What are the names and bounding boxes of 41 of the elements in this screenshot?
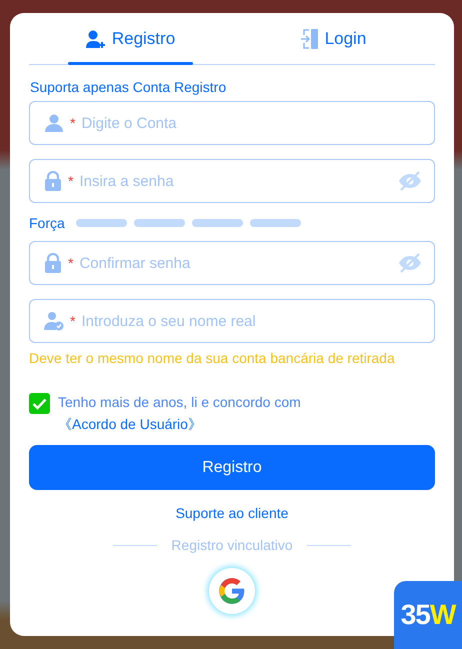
required-mark: * <box>70 115 76 131</box>
tab[interactable]: Registro <box>29 13 232 64</box>
required-mark: * <box>68 255 74 271</box>
eye-off-icon[interactable] <box>398 253 422 273</box>
google-logo-icon <box>218 577 246 605</box>
divider-label: Registro vinculativo <box>171 537 293 553</box>
hint-text: Deve ter o mesmo nome da sua conta bancária de retirada <box>29 350 396 366</box>
strength-segment <box>192 219 243 227</box>
checkbox[interactable] <box>29 393 50 414</box>
google-button[interactable] <box>209 568 255 614</box>
lock-icon <box>44 171 62 191</box>
user-icon <box>44 113 64 133</box>
logo-number: 35 <box>400 599 430 631</box>
support-link[interactable]: Suporte ao cliente <box>176 505 288 521</box>
app-logo[interactable]: 35W <box>394 581 462 649</box>
logo-accent: W <box>430 599 456 631</box>
strength-segment <box>134 219 185 227</box>
strength-label: Força <box>29 215 65 231</box>
user-plus-icon <box>86 30 106 48</box>
check-icon <box>32 398 47 410</box>
input-field[interactable]: * Digite o Conta <box>29 101 435 145</box>
text-input[interactable]: Insira a senha <box>79 172 392 190</box>
strength-segment <box>76 219 127 227</box>
required-mark: * <box>68 173 74 189</box>
register-button[interactable]: Registro <box>29 445 435 490</box>
agreement-text: Tenho mais de anos, li e concordo com 《Acordo de Usuário》 <box>58 393 302 434</box>
text-input[interactable]: Introduza o seu nome real <box>81 312 422 330</box>
verified-user-icon <box>44 311 64 331</box>
agreement-link[interactable]: 《Acordo de Usuário》 <box>58 416 202 432</box>
lock-icon <box>44 253 62 273</box>
input-field[interactable]: * Insira a senha <box>29 159 435 203</box>
text-input[interactable]: Confirmar senha <box>79 254 392 272</box>
required-mark: * <box>70 313 76 329</box>
login-icon <box>300 28 319 48</box>
eye-off-icon[interactable] <box>398 171 422 191</box>
notice-text: Suporta apenas Conta Registro <box>30 79 228 95</box>
input-field[interactable]: * Introduza o seu nome real <box>29 299 435 343</box>
text-input[interactable]: Digite o Conta <box>81 114 422 132</box>
strength-segment <box>250 219 301 227</box>
input-field[interactable]: * Confirmar senha <box>29 241 435 285</box>
tab[interactable]: Login <box>232 13 435 64</box>
